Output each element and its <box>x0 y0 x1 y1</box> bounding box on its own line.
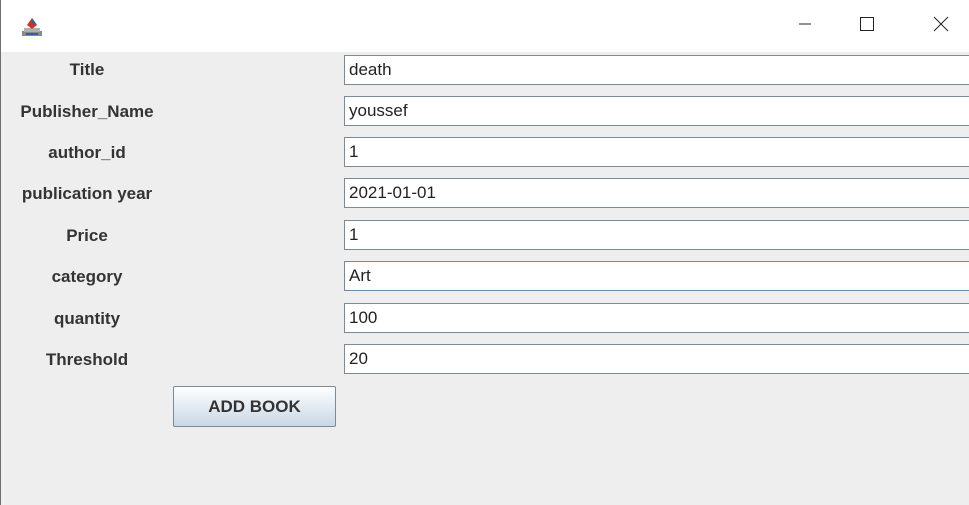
category-label: category <box>51 267 123 286</box>
author-id-input[interactable] <box>344 137 969 167</box>
minimize-icon <box>798 17 812 36</box>
quantity-input[interactable] <box>344 303 969 333</box>
app-window: Title Publisher_Name author_id publicati… <box>0 0 969 505</box>
threshold-label: Threshold <box>45 350 129 369</box>
add-book-button[interactable]: ADD BOOK <box>173 386 336 427</box>
threshold-input[interactable] <box>344 344 969 374</box>
category-input[interactable] <box>344 261 969 291</box>
author-id-label: author_id <box>48 143 126 162</box>
minimize-button[interactable] <box>777 0 833 52</box>
publication-year-input[interactable] <box>344 178 969 208</box>
maximize-button[interactable] <box>839 0 895 52</box>
title-label: Title <box>69 60 105 79</box>
price-input[interactable] <box>344 220 969 250</box>
publisher-name-label: Publisher_Name <box>20 102 154 121</box>
java-cup-icon <box>21 16 43 38</box>
publication-year-label: publication year <box>21 184 153 203</box>
close-button[interactable] <box>913 0 969 52</box>
close-icon <box>933 16 949 37</box>
publisher-name-input[interactable] <box>344 96 969 126</box>
book-form: Title Publisher_Name author_id publicati… <box>1 52 969 505</box>
title-bar[interactable] <box>1 0 969 52</box>
quantity-label: quantity <box>53 309 121 328</box>
maximize-icon <box>859 16 875 37</box>
title-input[interactable] <box>344 55 969 85</box>
price-label: Price <box>66 226 108 245</box>
